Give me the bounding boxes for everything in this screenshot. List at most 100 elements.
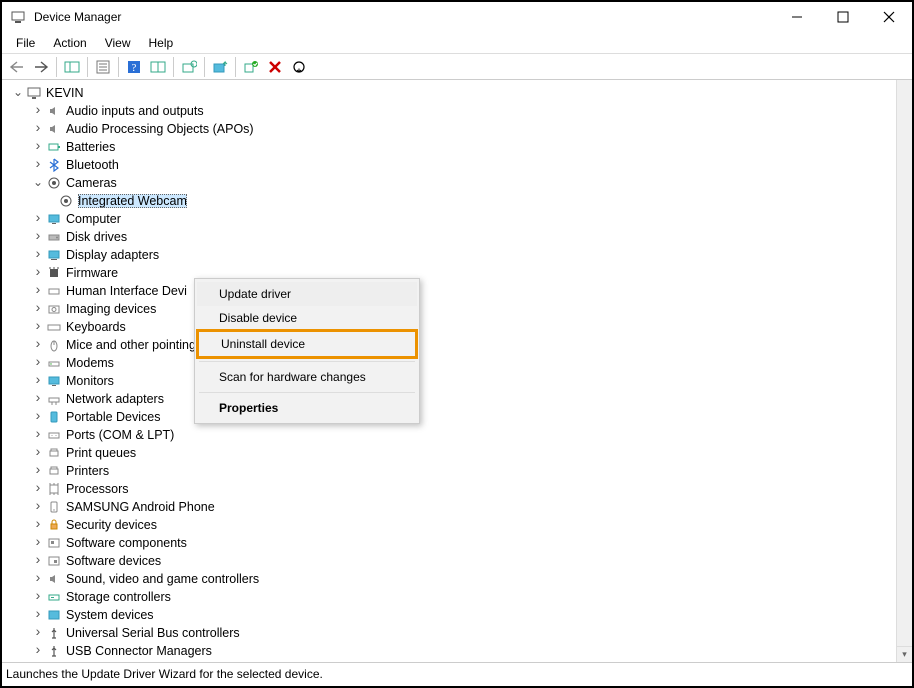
toolbar: ?	[2, 54, 912, 80]
chevron-right-icon[interactable]	[30, 319, 46, 335]
device-tree[interactable]: KEVIN Audio inputs and outputs Audio Pro…	[6, 84, 912, 660]
tree-item[interactable]: Universal Serial Bus controllers	[6, 624, 912, 642]
chevron-right-icon[interactable]	[30, 481, 46, 497]
tree-item[interactable]: Human Interface Devi	[6, 282, 912, 300]
disable-device-button[interactable]	[288, 56, 310, 78]
tree-item[interactable]: Software components	[6, 534, 912, 552]
chevron-right-icon[interactable]	[30, 373, 46, 389]
maximize-button[interactable]	[820, 2, 866, 32]
tree-item[interactable]: SAMSUNG Android Phone	[6, 498, 912, 516]
chevron-right-icon[interactable]	[30, 553, 46, 569]
menu-action[interactable]: Action	[45, 34, 94, 52]
tree-item[interactable]: Batteries	[6, 138, 912, 156]
tree-item[interactable]: Software devices	[6, 552, 912, 570]
tree-item[interactable]: Printers	[6, 462, 912, 480]
chevron-right-icon[interactable]	[30, 535, 46, 551]
show-hide-tree-button[interactable]	[61, 56, 83, 78]
tree-item[interactable]: Security devices	[6, 516, 912, 534]
tree-item[interactable]: Bluetooth	[6, 156, 912, 174]
chevron-right-icon[interactable]	[30, 517, 46, 533]
chevron-down-icon[interactable]	[10, 86, 26, 100]
tree-item[interactable]: System devices	[6, 606, 912, 624]
tree-item[interactable]: Audio Processing Objects (APOs)	[6, 120, 912, 138]
chevron-right-icon[interactable]	[30, 157, 46, 173]
tree-item[interactable]: Audio inputs and outputs	[6, 102, 912, 120]
tree-item[interactable]: Imaging devices	[6, 300, 912, 318]
chevron-right-icon[interactable]	[30, 229, 46, 245]
tree-item[interactable]: Print queues	[6, 444, 912, 462]
chevron-down-icon[interactable]	[30, 176, 46, 190]
ctx-scan-hardware[interactable]: Scan for hardware changes	[197, 365, 417, 389]
menu-help[interactable]: Help	[141, 34, 182, 52]
tree-root[interactable]: KEVIN	[6, 84, 912, 102]
tree-item[interactable]: Disk drives	[6, 228, 912, 246]
tree-item-integrated-webcam[interactable]: Integrated Webcam	[6, 192, 912, 210]
chevron-right-icon[interactable]	[30, 463, 46, 479]
scroll-down-button[interactable]: ▾	[897, 646, 912, 662]
tree-item[interactable]: Network adapters	[6, 390, 912, 408]
tree-item[interactable]: Storage controllers	[6, 588, 912, 606]
update-driver-button[interactable]	[209, 56, 231, 78]
tree-item-label: Disk drives	[66, 230, 127, 244]
forward-button[interactable]	[30, 56, 52, 78]
tree-item[interactable]: Computer	[6, 210, 912, 228]
chevron-right-icon[interactable]	[30, 103, 46, 119]
ctx-properties[interactable]: Properties	[197, 396, 417, 420]
chevron-right-icon[interactable]	[30, 265, 46, 281]
tree-item[interactable]: Sound, video and game controllers	[6, 570, 912, 588]
chevron-right-icon[interactable]	[30, 607, 46, 623]
vertical-scrollbar[interactable]: ▾	[896, 80, 912, 662]
chevron-right-icon[interactable]	[30, 301, 46, 317]
chevron-right-icon[interactable]	[30, 355, 46, 371]
tree-item[interactable]: Firmware	[6, 264, 912, 282]
uninstall-device-button[interactable]	[264, 56, 286, 78]
tree-item-cameras[interactable]: Cameras	[6, 174, 912, 192]
back-button[interactable]	[6, 56, 28, 78]
menu-view[interactable]: View	[97, 34, 139, 52]
scan-devices-button[interactable]	[147, 56, 169, 78]
device-tree-area: KEVIN Audio inputs and outputs Audio Pro…	[2, 80, 912, 662]
chevron-right-icon[interactable]	[30, 139, 46, 155]
phone-icon	[46, 499, 62, 515]
tree-item-label: USB Connector Managers	[66, 644, 212, 658]
ctx-update-driver[interactable]: Update driver	[197, 282, 417, 306]
properties-button[interactable]	[92, 56, 114, 78]
tree-item[interactable]: Portable Devices	[6, 408, 912, 426]
chevron-right-icon[interactable]	[30, 571, 46, 587]
tree-item-label: Keyboards	[66, 320, 126, 334]
tree-item[interactable]: Mice and other pointing devices	[6, 336, 912, 354]
tree-item[interactable]: Display adapters	[6, 246, 912, 264]
chevron-right-icon[interactable]	[30, 337, 46, 353]
chevron-right-icon[interactable]	[30, 625, 46, 641]
chevron-right-icon[interactable]	[30, 391, 46, 407]
tree-item[interactable]: Monitors	[6, 372, 912, 390]
help-button[interactable]: ?	[123, 56, 145, 78]
monitor-icon	[46, 373, 62, 389]
ctx-disable-device[interactable]: Disable device	[197, 306, 417, 330]
chevron-right-icon[interactable]	[30, 247, 46, 263]
chevron-right-icon[interactable]	[30, 445, 46, 461]
menu-file[interactable]: File	[8, 34, 43, 52]
chevron-right-icon[interactable]	[30, 589, 46, 605]
tree-item[interactable]: Processors	[6, 480, 912, 498]
tree-item[interactable]: Modems	[6, 354, 912, 372]
tree-item-label: Modems	[66, 356, 114, 370]
enable-device-button[interactable]	[240, 56, 262, 78]
chevron-right-icon[interactable]	[30, 121, 46, 137]
tree-item[interactable]: Ports (COM & LPT)	[6, 426, 912, 444]
tree-item-label: Software devices	[66, 554, 161, 568]
toolbar-separator	[235, 57, 236, 77]
chevron-right-icon[interactable]	[30, 211, 46, 227]
chevron-right-icon[interactable]	[30, 499, 46, 515]
scan-hardware-button[interactable]	[178, 56, 200, 78]
ctx-uninstall-device[interactable]: Uninstall device	[196, 329, 418, 359]
chevron-right-icon[interactable]	[30, 643, 46, 659]
tree-item-label: Print queues	[66, 446, 136, 460]
chevron-right-icon[interactable]	[30, 409, 46, 425]
chevron-right-icon[interactable]	[30, 427, 46, 443]
chevron-right-icon[interactable]	[30, 283, 46, 299]
tree-item[interactable]: Keyboards	[6, 318, 912, 336]
tree-item[interactable]: USB Connector Managers	[6, 642, 912, 660]
close-button[interactable]	[866, 2, 912, 32]
minimize-button[interactable]	[774, 2, 820, 32]
